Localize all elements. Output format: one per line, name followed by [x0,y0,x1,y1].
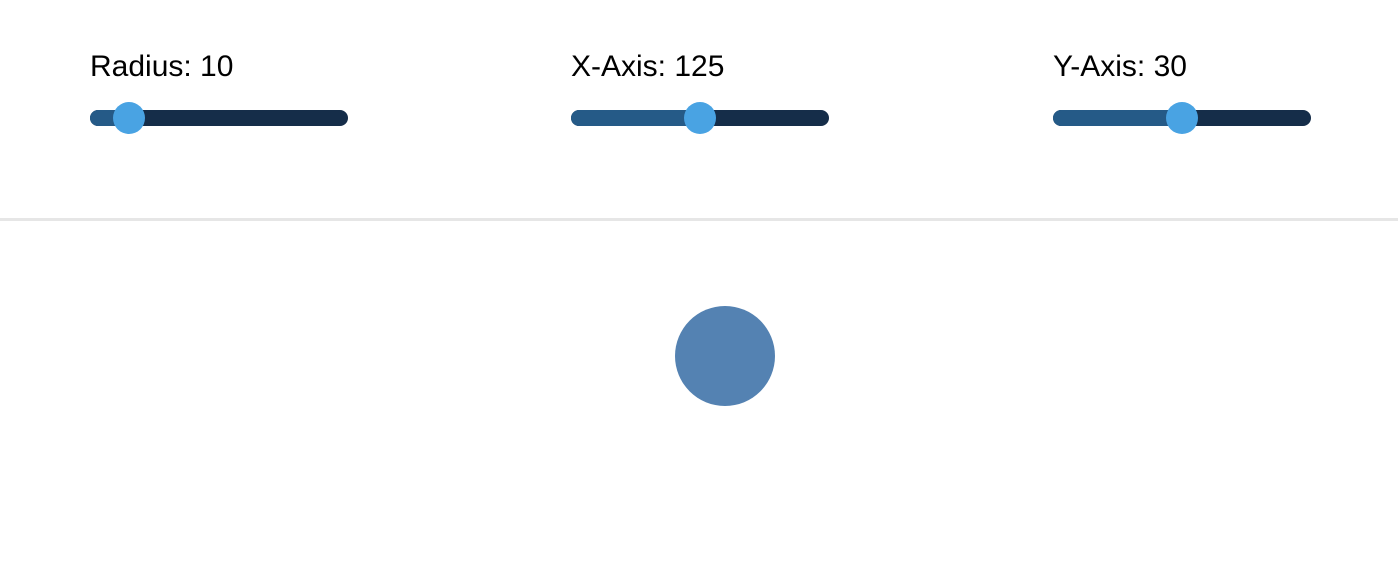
radius-slider-thumb[interactable] [112,102,145,134]
x-axis-slider-fill [571,110,700,126]
y-axis-control: Y-Axis: 30 [1053,48,1311,134]
y-axis-slider[interactable] [1053,102,1311,134]
y-axis-label: Y-Axis: 30 [1053,50,1187,83]
canvas-area [0,221,1398,566]
x-axis-slider[interactable] [571,102,829,134]
radius-control: Radius: 10 [90,48,348,134]
radius-label: Radius: 10 [90,50,234,83]
x-axis-slider-thumb[interactable] [684,102,716,134]
radius-slider[interactable] [90,102,348,134]
x-axis-control: X-Axis: 125 [571,48,829,134]
controls-panel: Radius: 10 X-Axis: 125 Y-Axis: 30 [0,0,1398,218]
y-axis-slider-thumb[interactable] [1166,102,1198,134]
circle-shape [675,306,775,406]
x-axis-label: X-Axis: 125 [571,50,725,83]
y-axis-slider-fill [1053,110,1182,126]
